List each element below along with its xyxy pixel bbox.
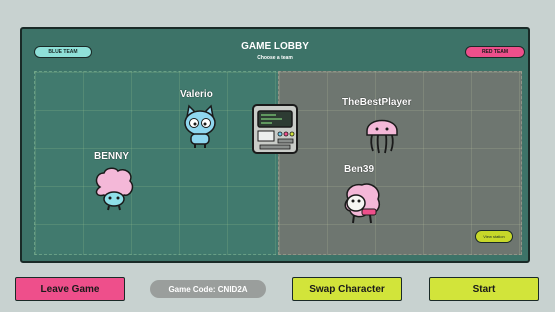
station-machine-icon	[252, 104, 298, 154]
lobby-title: GAME LOBBY	[241, 41, 309, 52]
start-button[interactable]: Start	[429, 277, 539, 301]
player-name-valerio: Valerio	[180, 89, 213, 100]
game-code-badge: Game Code: CNID2A	[150, 280, 266, 298]
player-name-benny: BENNY	[94, 151, 130, 162]
lobby-stage: BLUE TEAM RED TEAM GAME LOBBY Choose a t…	[20, 27, 530, 263]
pink-dog-avatar-icon	[344, 183, 380, 224]
blue-cat-avatar-icon	[184, 104, 216, 148]
view-station-button[interactable]: View station	[475, 230, 513, 243]
pink-brain-avatar-icon	[95, 167, 134, 211]
player-name-thebestplayer: TheBestPlayer	[342, 97, 412, 108]
pink-jellyfish-avatar-icon	[366, 119, 398, 154]
blue-team-zone[interactable]	[34, 71, 281, 255]
lobby-subtitle: Choose a team	[257, 55, 293, 61]
leave-game-button[interactable]: Leave Game	[15, 277, 125, 301]
player-name-ben39: Ben39	[344, 164, 375, 175]
swap-character-button[interactable]: Swap Character	[292, 277, 402, 301]
